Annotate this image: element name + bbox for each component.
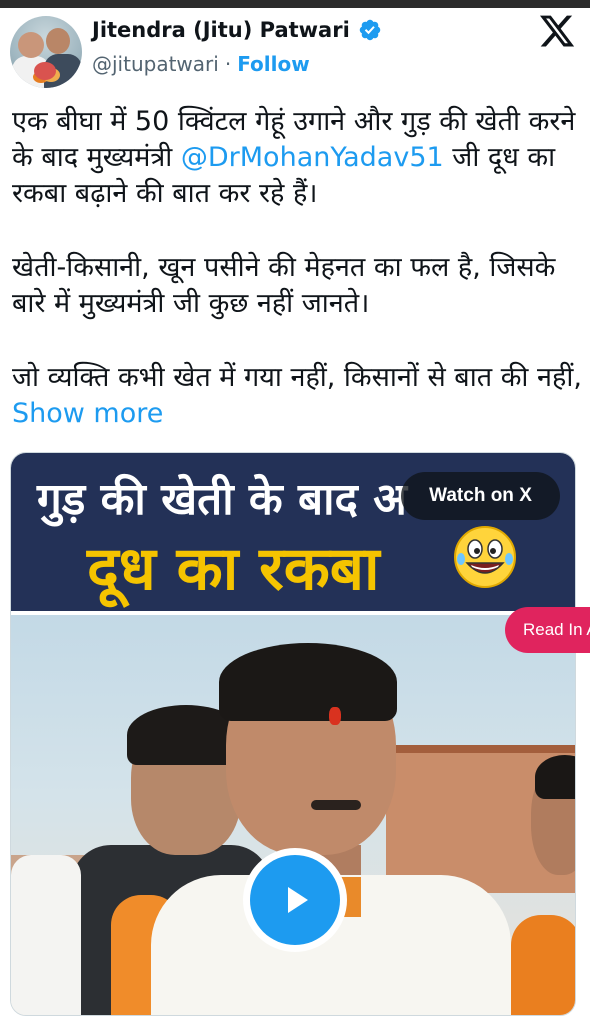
read-in-app-button[interactable]: Read In A <box>505 607 590 653</box>
person-figure <box>511 915 575 1015</box>
tweet-text: एक बीघा में 50 क्विंटल गेहूं उगाने और गु… <box>12 104 582 432</box>
laughing-emoji-icon <box>454 526 516 588</box>
verified-badge-icon <box>359 19 381 41</box>
avatar[interactable] <box>10 16 82 88</box>
banner-line-1: गुड़ की खेती के बाद अ <box>37 474 407 525</box>
person-figure <box>11 855 81 1015</box>
tweet-paragraph-2: खेती-किसानी, खून पसीने की मेहनत का फल है… <box>12 252 556 319</box>
show-more-link[interactable]: Show more <box>12 398 163 429</box>
x-logo-icon[interactable] <box>538 12 576 50</box>
video-media-card[interactable]: गुड़ की खेती के बाद अ दूध का रकबा <box>10 452 576 1016</box>
author-handle-row: @jitupatwari · Follow <box>92 52 310 76</box>
watch-on-x-button[interactable]: Watch on X <box>401 472 560 520</box>
follow-button[interactable]: Follow <box>237 52 310 76</box>
separator-dot: · <box>224 52 232 76</box>
tweet-paragraph-3: जो व्यक्ति कभी खेत में गया नहीं, किसानों… <box>12 360 582 432</box>
person-figure <box>311 800 361 810</box>
author-handle[interactable]: @jitupatwari <box>92 52 219 76</box>
tweet-text-segment: जो व्यक्ति कभी खेत में गया नहीं, किसानों… <box>12 362 582 393</box>
play-icon <box>288 887 308 913</box>
person-figure <box>219 643 397 721</box>
video-thumbnail[interactable] <box>11 615 575 1015</box>
status-bar-strip <box>0 0 590 8</box>
mention-link[interactable]: @DrMohanYadav51 <box>181 142 444 173</box>
author-display-name[interactable]: Jitendra (Jitu) Patwari <box>92 18 350 42</box>
play-button-circle <box>250 855 340 945</box>
banner-line-2: दूध का रकबा <box>87 534 380 604</box>
tweet-paragraph-1: एक बीघा में 50 क्विंटल गेहूं उगाने और गु… <box>12 104 582 212</box>
person-figure <box>329 707 341 725</box>
play-button[interactable] <box>243 848 347 952</box>
author-name-row: Jitendra (Jitu) Patwari <box>92 18 382 42</box>
